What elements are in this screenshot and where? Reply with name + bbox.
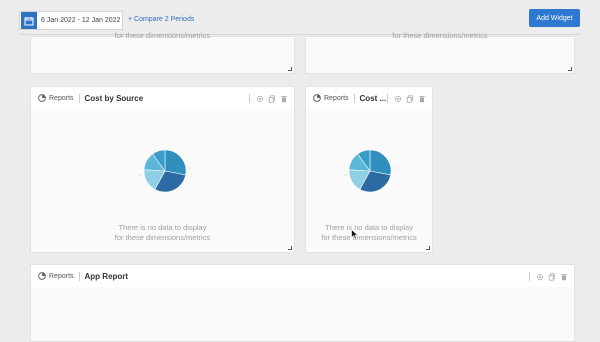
header-separator bbox=[78, 271, 80, 281]
mouse-cursor-icon bbox=[351, 229, 359, 240]
trash-icon[interactable] bbox=[418, 95, 426, 103]
nodata-message: for these dimensions/metrics bbox=[114, 31, 211, 40]
resize-handle-icon[interactable] bbox=[288, 67, 292, 71]
widget-top-left: for these dimensions/metrics bbox=[30, 31, 295, 74]
pie-slice bbox=[369, 149, 392, 176]
copy-icon[interactable] bbox=[406, 94, 414, 103]
date-range-picker[interactable]: 6 Jan 2022 - 12 Jan 2022 bbox=[19, 11, 123, 30]
copy-icon[interactable] bbox=[268, 94, 276, 103]
widget-header: Reports Cost ... bbox=[306, 87, 432, 109]
widget-body: There is no data to display for these di… bbox=[31, 109, 294, 252]
header-separator bbox=[78, 93, 80, 103]
widget-section-label[interactable]: Reports bbox=[49, 95, 74, 102]
actions-separator bbox=[249, 94, 250, 103]
widget-actions bbox=[387, 94, 426, 103]
resize-handle-icon[interactable] bbox=[568, 67, 572, 71]
calendar-icon[interactable] bbox=[21, 12, 37, 29]
pie-chart-icon bbox=[38, 94, 46, 102]
nodata-message: for these dimensions/metrics bbox=[392, 31, 488, 40]
nodata-message-line2: for these dimensions/metrics bbox=[321, 233, 417, 242]
trash-icon[interactable] bbox=[280, 95, 288, 103]
widget-body bbox=[31, 287, 574, 341]
actions-separator bbox=[529, 272, 530, 281]
resize-handle-icon[interactable] bbox=[288, 246, 292, 250]
header-separator bbox=[353, 93, 355, 103]
gear-icon[interactable] bbox=[394, 95, 402, 103]
widget-app-report: Reports App Report bbox=[30, 264, 575, 342]
widget-header: Reports Cost by Source bbox=[31, 87, 294, 109]
trash-icon[interactable] bbox=[560, 273, 568, 281]
widget-header: Reports App Report bbox=[31, 265, 574, 287]
add-widget-button[interactable]: Add Widget bbox=[529, 9, 580, 27]
widget-actions bbox=[249, 94, 288, 103]
pie-slice bbox=[164, 149, 187, 176]
pie-slices bbox=[139, 149, 191, 193]
compare-periods-link[interactable]: + Compare 2 Periods bbox=[128, 16, 194, 23]
pie-chart-icon bbox=[313, 94, 321, 102]
placeholder-pie-chart bbox=[139, 149, 191, 193]
actions-separator bbox=[387, 94, 388, 103]
placeholder-pie-chart bbox=[344, 149, 396, 193]
gear-icon[interactable] bbox=[256, 95, 264, 103]
resize-handle-icon[interactable] bbox=[426, 246, 430, 250]
widget-body: There is no data to display for these di… bbox=[306, 109, 432, 252]
pie-chart-icon bbox=[38, 272, 46, 280]
widget-cost-truncated: Reports Cost ... There is no data to dis… bbox=[305, 86, 433, 253]
nodata-message-line2: for these dimensions/metrics bbox=[114, 233, 211, 242]
widget-section-label[interactable]: Reports bbox=[324, 95, 349, 102]
widget-actions bbox=[529, 272, 568, 281]
widget-section-label[interactable]: Reports bbox=[49, 273, 74, 280]
widget-cost-by-source: Reports Cost by Source There is no data … bbox=[30, 86, 295, 253]
widget-top-right: for these dimensions/metrics bbox=[305, 31, 575, 74]
widget-body: for these dimensions/metrics bbox=[306, 31, 574, 73]
widget-title: Cost by Source bbox=[84, 93, 144, 103]
copy-icon[interactable] bbox=[548, 272, 556, 281]
widget-body: for these dimensions/metrics bbox=[31, 31, 294, 73]
gear-icon[interactable] bbox=[536, 273, 544, 281]
nodata-message-line1: There is no data to display bbox=[118, 223, 207, 232]
pie-slices bbox=[344, 149, 396, 193]
nodata-message-line1: There is no data to display bbox=[325, 223, 413, 232]
widget-title: App Report bbox=[84, 271, 129, 281]
widget-title: Cost ... bbox=[359, 93, 387, 103]
date-range-text: 6 Jan 2022 - 12 Jan 2022 bbox=[41, 17, 121, 24]
